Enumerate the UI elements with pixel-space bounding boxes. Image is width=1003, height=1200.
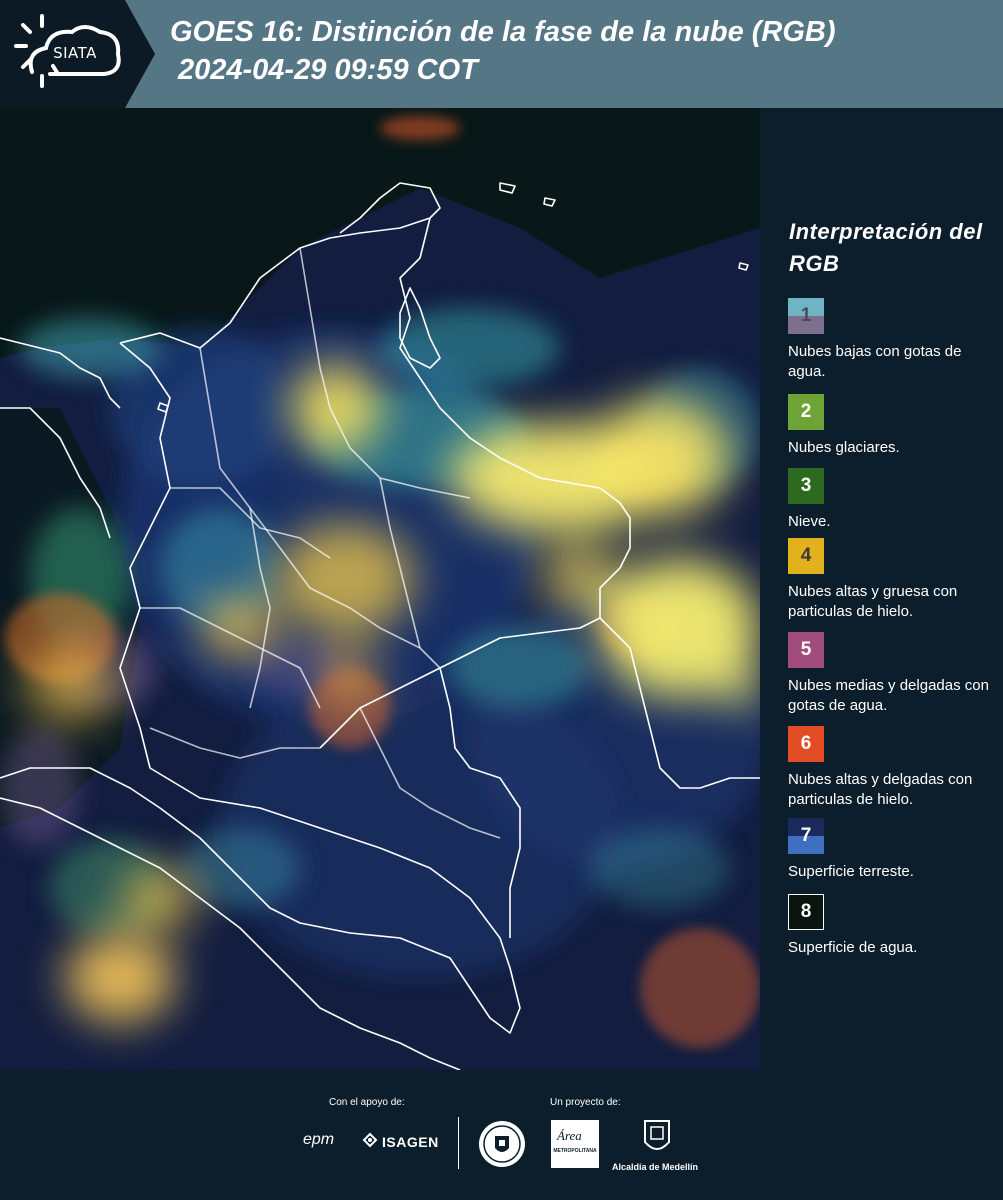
legend-description: Superficie de agua. <box>788 939 918 956</box>
medellin-shield-icon <box>644 1120 670 1150</box>
isagen-logo: ISAGEN <box>382 1134 439 1150</box>
legend-item-2: 2 Nubes glaciares. <box>788 394 993 458</box>
area-metropolitana-script: Área <box>557 1128 582 1143</box>
legend-swatch-2: 2 <box>788 394 824 430</box>
legend-description: Nubes glaciares. <box>788 439 900 456</box>
legend-swatch-8: 8 <box>788 894 824 930</box>
legend-swatch-5: 5 <box>788 632 824 668</box>
legend-number: 1 <box>800 305 812 326</box>
project-label: Un proyecto de: <box>550 1097 621 1108</box>
legend-number: 2 <box>800 401 812 422</box>
legend-item-1: 1 Nubes bajas con gotas de agua. <box>788 298 993 382</box>
legend-swatch-4: 4 <box>788 538 824 574</box>
legend-panel: Interpretación del RGB 1 Nubes bajas con… <box>760 108 1003 1070</box>
page-title: GOES 16: Distinción de la fase de la nub… <box>170 16 836 48</box>
legend-item-6: 6 Nubes altas y delgadas con particulas … <box>788 726 993 810</box>
legend-swatch-1: 1 <box>788 298 824 334</box>
legend-title: Interpretación del RGB <box>789 219 983 276</box>
legend-item-7: 7 Superficie terreste. <box>788 818 993 882</box>
support-label: Con el apoyo de: <box>329 1097 405 1108</box>
alcaldia-medellin-logo: Alcaldía de Medellín <box>612 1162 699 1172</box>
legend-swatch-6: 6 <box>788 726 824 762</box>
legend-description: Nubes altas y gruesa con particulas de h… <box>788 583 958 620</box>
legend-number: 6 <box>800 733 812 754</box>
legend-number: 8 <box>800 901 812 922</box>
siata-logo-text: SIATA <box>53 44 97 62</box>
footer-divider <box>458 1117 459 1169</box>
legend-description: Superficie terreste. <box>788 863 914 880</box>
legend-number: 7 <box>800 825 812 846</box>
footer: Con el apoyo de: Un proyecto de: epm ISA… <box>0 1070 1003 1200</box>
legend-item-3: 3 Nieve. <box>788 468 993 532</box>
legend-number: 4 <box>800 545 812 566</box>
legend-swatch-7: 7 <box>788 818 824 854</box>
observation-datetime: 2024-04-29 09:59 COT <box>178 54 478 86</box>
area-metropolitana-text: METROPOLITANA <box>553 1148 597 1154</box>
epm-logo: epm <box>303 1131 335 1148</box>
legend-description: Nubes altas y delgadas con particulas de… <box>788 771 973 808</box>
isagen-logo-icon <box>362 1132 378 1148</box>
legend-swatch-3: 3 <box>788 468 824 504</box>
legend-number: 5 <box>800 639 812 660</box>
legend-number: 3 <box>800 475 812 496</box>
university-seal-icon <box>479 1121 525 1167</box>
legend-description: Nieve. <box>788 513 831 530</box>
logo-panel: SIATA <box>0 0 155 108</box>
legend-item-4: 4 Nubes altas y gruesa con particulas de… <box>788 538 993 622</box>
legend-description: Nubes medias y delgadas con gotas de agu… <box>788 677 989 714</box>
legend-item-8: 8 Superficie de agua. <box>788 894 993 958</box>
satellite-map <box>0 108 760 1070</box>
legend-description: Nubes bajas con gotas de agua. <box>788 343 962 380</box>
satellite-image <box>0 108 760 1070</box>
legend-item-5: 5 Nubes medias y delgadas con gotas de a… <box>788 632 993 716</box>
header: SIATA GOES 16: Distinción de la fase de … <box>0 0 1003 108</box>
